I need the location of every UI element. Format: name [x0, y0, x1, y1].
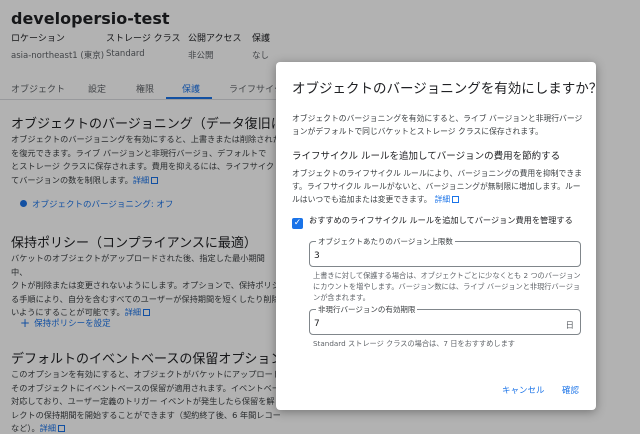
dialog-learn-more-link[interactable]: 詳細: [435, 195, 451, 204]
max-versions-label: オブジェクトあたりのバージョン上限数: [316, 236, 455, 247]
max-versions-value: 3: [314, 251, 320, 261]
lifecycle-rule-checkbox-label: おすすめのライフサイクル ルールを追加してバージョン費用を管理する: [309, 215, 573, 225]
max-versions-hint: 上書きに対して保護する場合は、オブジェクトごとに少なくとも 2 つのバージョンに…: [313, 271, 581, 303]
external-link-icon: [452, 196, 460, 203]
dialog-intro: オブジェクトのバージョニングを有効にすると、ライブ バージョンと非現行バージョン…: [292, 114, 583, 136]
noncurrent-expiry-unit: 日: [565, 321, 574, 331]
confirm-button[interactable]: 確認: [562, 384, 579, 396]
max-versions-field[interactable]: オブジェクトあたりのバージョン上限数 3: [309, 236, 581, 267]
noncurrent-expiry-field[interactable]: 非現行バージョンの有効期限 7 日: [309, 304, 581, 335]
lifecycle-rule-checkbox-row[interactable]: ✓ おすすめのライフサイクル ルールを追加してバージョン費用を管理する: [292, 214, 573, 229]
dialog-subheading: ライフサイクル ルールを追加してバージョンの費用を節約する: [292, 151, 561, 162]
noncurrent-expiry-value: 7: [314, 319, 320, 329]
dialog-body: オブジェクトのライフサイクル ルールにより、バージョニングの費用を抑制できます。…: [292, 167, 584, 206]
dialog-title: オブジェクトのバージョニングを有効にしますか？: [292, 81, 603, 97]
noncurrent-expiry-label: 非現行バージョンの有効期限: [316, 304, 418, 315]
checkbox-checked-icon[interactable]: ✓: [292, 218, 303, 229]
noncurrent-expiry-hint: Standard ストレージ クラスの場合は、7 日をおすすめします: [313, 339, 515, 348]
cancel-button[interactable]: キャンセル: [502, 384, 545, 396]
